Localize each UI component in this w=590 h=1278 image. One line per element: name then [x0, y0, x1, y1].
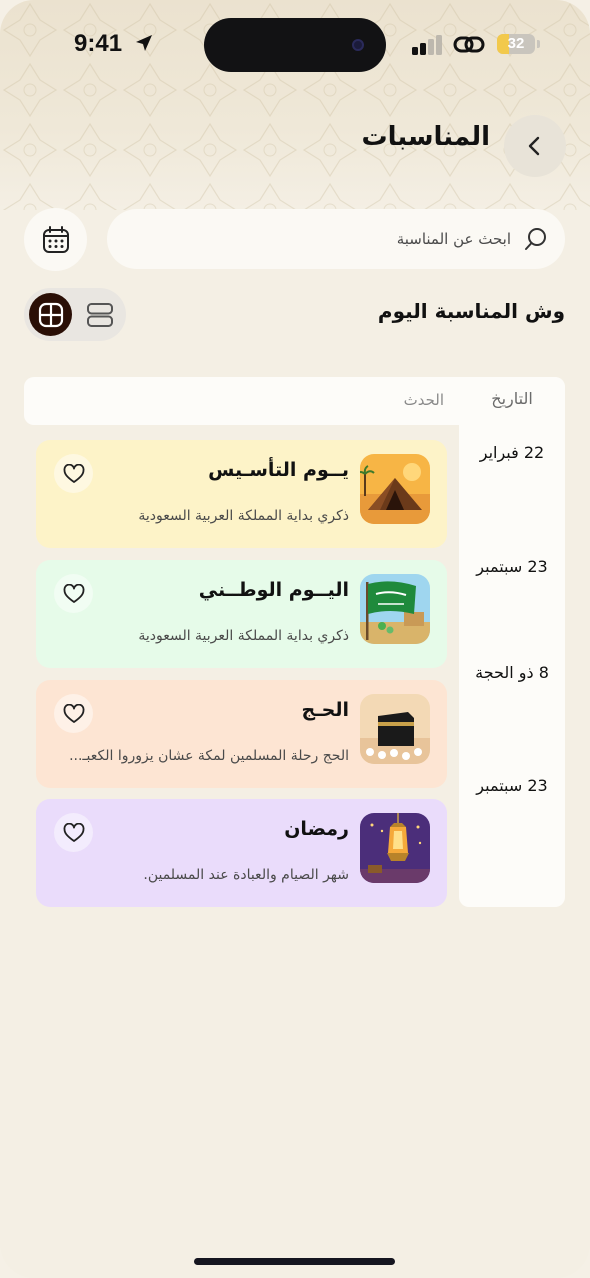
event-title: يــوم التأسـيس: [208, 459, 349, 481]
app-screen: 9:41 32 المناسبات ابحث عن المناسبة وش ال…: [0, 0, 590, 1278]
signal-icon: [412, 35, 442, 55]
grid-icon: [38, 302, 63, 327]
view-toggle: [24, 288, 126, 341]
battery-percent: 32: [507, 35, 525, 52]
grid-view-button[interactable]: [29, 293, 72, 336]
home-indicator[interactable]: [194, 1258, 395, 1265]
status-time: 9:41: [74, 30, 123, 57]
date-column-header: التاريخ: [491, 389, 533, 408]
favorite-button[interactable]: [54, 813, 93, 852]
search-input[interactable]: [131, 225, 511, 253]
personal-hotspot-icon: [453, 36, 485, 53]
event-description: ذكري بداية المملكة العربية السعودية: [138, 628, 349, 644]
date-cell: 23 سبتمبر: [476, 776, 548, 795]
status-bar: 9:41 32: [0, 0, 590, 90]
location-arrow-icon: [136, 35, 152, 51]
heart-icon: [63, 463, 84, 483]
heart-icon: [63, 703, 84, 723]
event-title: رمضان: [284, 818, 349, 840]
kaaba-icon: [360, 694, 430, 764]
heart-icon: [63, 583, 84, 603]
favorite-button[interactable]: [54, 574, 93, 613]
event-description: ذكري بداية المملكة العربية السعودية: [138, 508, 349, 524]
battery-cap: [537, 40, 540, 48]
chevron-right-icon: [528, 136, 540, 156]
date-cell: 23 سبتمبر: [476, 557, 548, 576]
back-button[interactable]: [504, 115, 566, 177]
event-card-national-day[interactable]: اليــوم الوطــني ذكري بداية المملكة العر…: [36, 560, 447, 668]
today-section-title: وش المناسبة اليوم: [377, 299, 565, 323]
search-icon: [525, 228, 546, 250]
page-title: المناسبات: [361, 122, 490, 152]
event-card-founding-day[interactable]: يــوم التأسـيس ذكري بداية المملكة العربي…: [36, 440, 447, 548]
favorite-button[interactable]: [54, 694, 93, 733]
dynamic-island: [204, 18, 386, 72]
event-description: شهر الصيام والعبادة عند المسلمين.: [143, 867, 349, 883]
search-bar[interactable]: [107, 209, 565, 269]
tent-icon: [360, 454, 430, 524]
list-view-button[interactable]: [78, 293, 121, 336]
saudi-flag-icon: [360, 574, 430, 644]
calendar-button[interactable]: [24, 208, 87, 271]
heart-icon: [63, 822, 84, 842]
battery-icon: 32: [497, 34, 535, 54]
favorite-button[interactable]: [54, 454, 93, 493]
date-cell: 8 ذو الحجة: [475, 663, 549, 682]
event-title: اليــوم الوطــني: [198, 579, 349, 601]
event-description: الحج رحلة المسلمين لمكة عشان يزوروا الكع…: [69, 748, 349, 764]
date-cell: 22 فبراير: [479, 443, 545, 462]
event-title: الحـج: [301, 699, 349, 721]
calendar-icon: [42, 225, 69, 253]
lantern-icon: [360, 813, 430, 883]
event-card-hajj[interactable]: الحـج الحج رحلة المسلمين لمكة عشان يزورو…: [36, 680, 447, 788]
event-card-ramadan[interactable]: رمضان شهر الصيام والعبادة عند المسلمين.: [36, 799, 447, 907]
event-column-header: الحدث: [403, 391, 444, 409]
camera-dot: [352, 39, 364, 51]
list-icon: [86, 302, 113, 327]
